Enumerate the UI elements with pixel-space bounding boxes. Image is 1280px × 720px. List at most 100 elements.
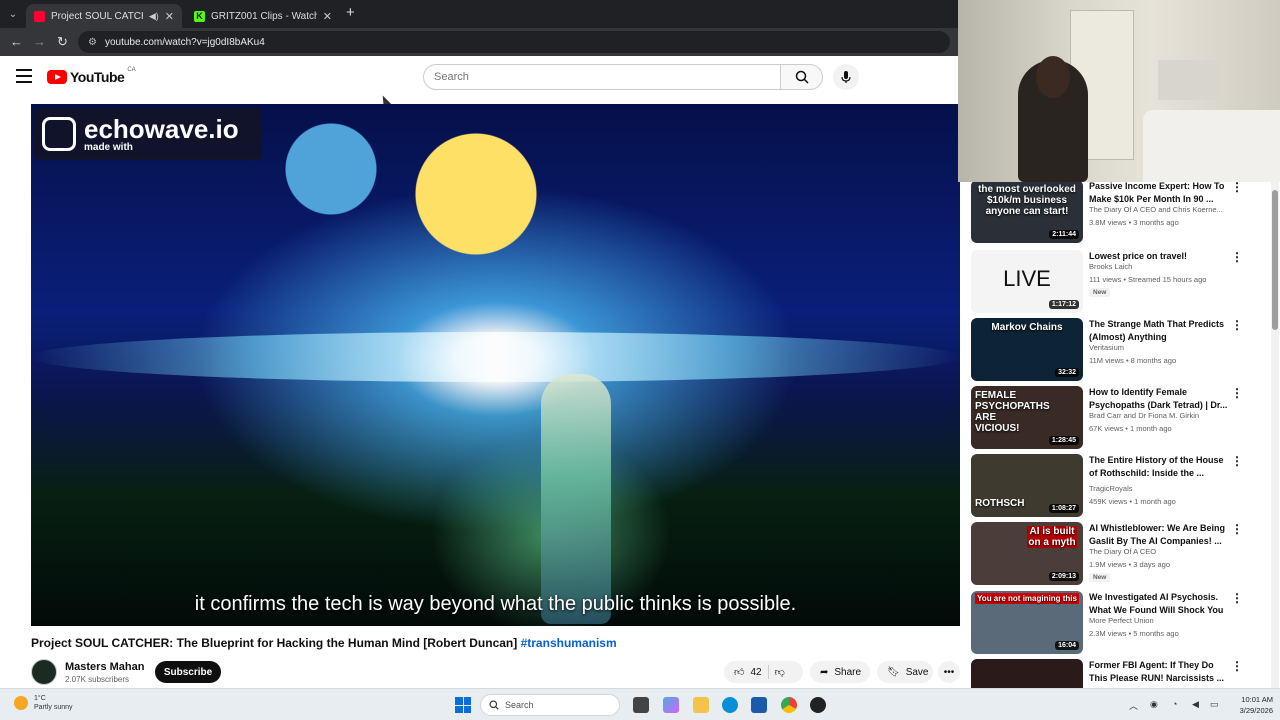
- like-dislike-group: 👍︎ 42 👎︎: [724, 661, 803, 683]
- more-vertical-icon[interactable]: [1231, 458, 1237, 464]
- video-thumbnail[interactable]: AI is built on a myth 2:09:13: [971, 522, 1083, 585]
- recommendation-title[interactable]: How to Identify Female Psychopaths (Dark…: [1089, 386, 1229, 412]
- forward-arrow-icon[interactable]: →: [33, 34, 46, 49]
- more-vertical-icon[interactable]: [1231, 390, 1237, 396]
- recommendation-title[interactable]: The Strange Math That Predicts (Almost) …: [1089, 318, 1229, 344]
- more-vertical-icon[interactable]: [1231, 595, 1237, 601]
- search-button[interactable]: [781, 64, 823, 90]
- new-badge: New: [1089, 573, 1111, 582]
- app-icon[interactable]: [810, 697, 826, 713]
- taskbar-search[interactable]: Search: [480, 694, 620, 716]
- recommendation-channel[interactable]: The Diary Of A CEO: [1089, 547, 1156, 556]
- dislike-icon[interactable]: 👎︎: [775, 666, 785, 678]
- tab-project-soul-catcher[interactable]: Project SOUL CATCHER: Th ◀) ✕: [26, 4, 182, 28]
- recommendation-item[interactable]: Former FBI Agent: If They Do This Please…: [971, 659, 1267, 688]
- close-tab-icon[interactable]: ✕: [323, 10, 332, 23]
- voice-search-button[interactable]: [833, 64, 859, 90]
- menu-icon[interactable]: [16, 69, 32, 83]
- site-info-icon[interactable]: ⚙: [88, 37, 97, 48]
- video-thumbnail[interactable]: [971, 659, 1083, 688]
- recommendation-item[interactable]: ROTHSCH 1:08:27 The Entire History of th…: [971, 454, 1267, 518]
- save-button[interactable]: 🔖︎ Save: [877, 661, 933, 683]
- sidebar-scrollbar[interactable]: [1271, 182, 1279, 688]
- recommendation-title[interactable]: Former FBI Agent: If They Do This Please…: [1089, 659, 1229, 685]
- thumbnail-text: Markov Chains: [991, 322, 1063, 333]
- copilot-icon[interactable]: [663, 697, 679, 713]
- recommendation-title[interactable]: The Entire History of the House of Roths…: [1089, 454, 1229, 480]
- recommendation-item[interactable]: the most overlooked $10k/m business anyo…: [971, 182, 1267, 244]
- search-icon: [795, 70, 809, 84]
- windows-start-icon[interactable]: [455, 697, 471, 713]
- tray-chevron-icon[interactable]: ︿: [1129, 699, 1138, 712]
- thumbnail-text: AI is built on a myth: [1027, 526, 1077, 548]
- recommendation-channel[interactable]: Brad Carr and Dr Fiona M. Girkin: [1089, 411, 1199, 420]
- video-thumbnail[interactable]: the most overlooked $10k/m business anyo…: [971, 182, 1083, 243]
- hashtag-link[interactable]: #transhumanism: [521, 636, 617, 650]
- new-tab-icon[interactable]: +: [346, 4, 355, 21]
- youtube-play-icon: [47, 70, 67, 84]
- thumbnail-text: FEMALE PSYCHOPATHS ARE VICIOUS!: [975, 390, 1050, 434]
- video-duration: 2:09:13: [1048, 572, 1079, 581]
- recommendation-title[interactable]: AI Whistleblower: We Are Being Gaslit By…: [1089, 522, 1229, 548]
- recommendation-title[interactable]: Passive Income Expert: How To Make $10k …: [1089, 182, 1229, 206]
- tab-gritz-clips[interactable]: K GRITZ001 Clips - Watch Live on ✕: [186, 4, 340, 28]
- wifi-icon[interactable]: ◔: [1172, 699, 1177, 709]
- recommendation-title[interactable]: We Investigated AI Psychosis. What We Fo…: [1089, 591, 1229, 617]
- back-arrow-icon[interactable]: ←: [10, 34, 23, 49]
- chrome-icon[interactable]: [781, 697, 797, 713]
- volume-icon[interactable]: ◀: [1192, 699, 1199, 710]
- video-thumbnail[interactable]: FEMALE PSYCHOPATHS ARE VICIOUS! 1:28:45: [971, 386, 1083, 449]
- channel-name[interactable]: Masters Mahan: [65, 661, 144, 673]
- store-icon[interactable]: [751, 697, 767, 713]
- share-button[interactable]: ➦ Share: [810, 661, 870, 683]
- recommendation-channel[interactable]: Veritasium: [1089, 343, 1124, 352]
- video-thumbnail[interactable]: Markov Chains 32:32: [971, 318, 1083, 381]
- video-title-text: Project SOUL CATCHER: The Blueprint for …: [31, 636, 518, 650]
- recommendation-item[interactable]: FEMALE PSYCHOPATHS ARE VICIOUS! 1:28:45 …: [971, 386, 1267, 450]
- more-actions-button[interactable]: •••: [938, 661, 960, 683]
- reload-icon[interactable]: ↻: [57, 34, 68, 50]
- more-vertical-icon[interactable]: [1231, 663, 1237, 669]
- omnibox[interactable]: ⚙ youtube.com/watch?v=jg0dI8bAKu4: [78, 31, 950, 53]
- video-thumbnail[interactable]: You are not imagining this 16:04: [971, 591, 1083, 654]
- network-icon[interactable]: ◉: [1150, 699, 1158, 710]
- recommendation-item[interactable]: Markov Chains 32:32 The Strange Math Tha…: [971, 318, 1267, 382]
- tab-search-chevron-icon[interactable]: ⌄: [4, 5, 22, 23]
- video-player[interactable]: echowave.io made with it confirms the te…: [31, 104, 960, 626]
- search-input[interactable]: [423, 64, 781, 90]
- channel-avatar[interactable]: [31, 659, 57, 685]
- clock-date: 3/29/2026: [1239, 706, 1273, 715]
- battery-icon[interactable]: ▭: [1210, 699, 1219, 710]
- file-explorer-icon[interactable]: [693, 697, 709, 713]
- youtube-logo[interactable]: YouTube CA: [47, 67, 136, 85]
- recommendation-channel[interactable]: More Perfect Union: [1089, 616, 1154, 625]
- subscribe-button[interactable]: Subscribe: [155, 661, 221, 683]
- tab-title: Project SOUL CATCHER: Th: [51, 10, 143, 22]
- task-view-icon[interactable]: [633, 697, 649, 713]
- more-vertical-icon[interactable]: [1231, 526, 1237, 532]
- like-icon[interactable]: 👍︎: [734, 666, 744, 678]
- url-text[interactable]: youtube.com/watch?v=jg0dI8bAKu4: [105, 37, 265, 48]
- recommendation-channel[interactable]: Brooks Laich: [1089, 262, 1132, 271]
- recommendation-item[interactable]: AI is built on a myth 2:09:13 AI Whistle…: [971, 522, 1267, 586]
- like-count[interactable]: 42: [750, 667, 761, 678]
- more-vertical-icon[interactable]: [1231, 254, 1237, 260]
- watermark-title: echowave.io: [84, 113, 239, 144]
- video-thumbnail[interactable]: LIVE 1:17:12: [971, 250, 1083, 313]
- video-thumbnail[interactable]: ROTHSCH 1:08:27: [971, 454, 1083, 517]
- speaker-icon[interactable]: ◀): [149, 11, 159, 22]
- more-vertical-icon[interactable]: [1231, 322, 1237, 328]
- recommendation-channel[interactable]: TragicRoyals: [1089, 484, 1132, 493]
- close-tab-icon[interactable]: ✕: [165, 10, 174, 23]
- taskbar-search-label: Search: [505, 700, 534, 710]
- recommendation-channel[interactable]: The Diary Of A CEO and Chris Koerne...: [1089, 205, 1223, 214]
- scrollbar-thumb[interactable]: [1272, 190, 1278, 330]
- recommendation-item[interactable]: LIVE 1:17:12 Lowest price on travel! Bro…: [971, 250, 1267, 314]
- recommendation-item[interactable]: You are not imagining this 16:04 We Inve…: [971, 591, 1267, 655]
- system-clock[interactable]: 10:01 AM 3/29/2026: [1225, 694, 1273, 716]
- more-vertical-icon[interactable]: [1231, 184, 1237, 190]
- cam-head: [1036, 56, 1070, 98]
- weather-widget[interactable]: 1°C Partly sunny: [14, 694, 73, 712]
- edge-browser-icon[interactable]: [722, 697, 738, 713]
- youtube-favicon-icon: [34, 10, 45, 22]
